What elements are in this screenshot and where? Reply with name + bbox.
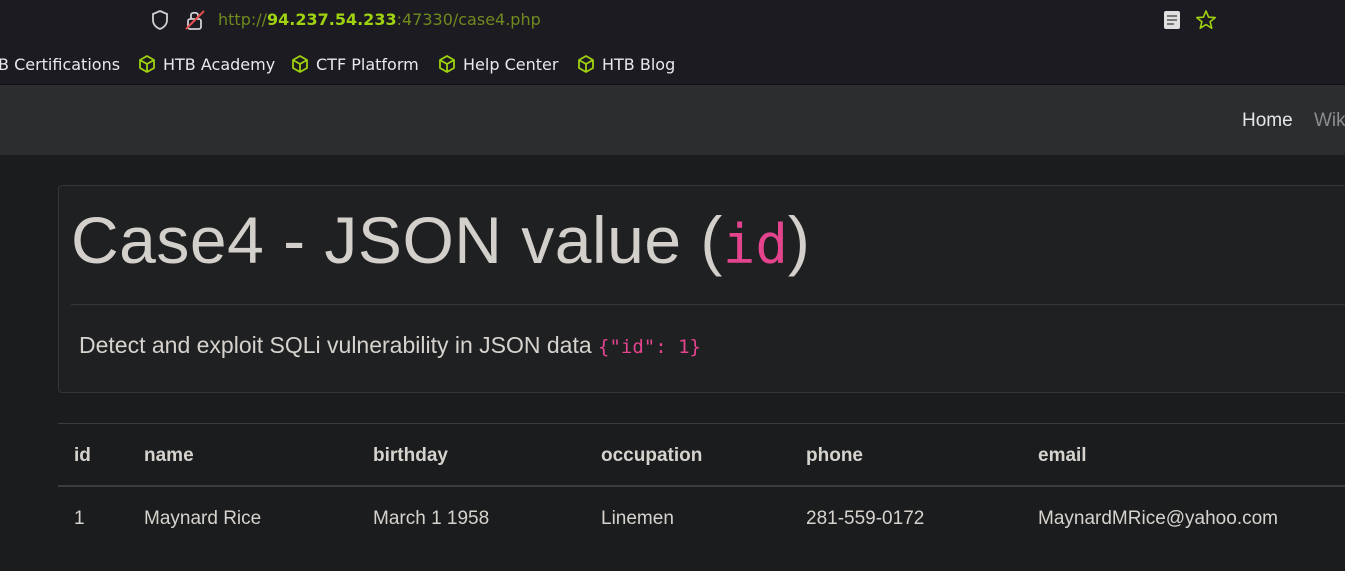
title-code: id — [722, 213, 788, 276]
bookmark-label: HTB Blog — [602, 54, 676, 74]
column-header-id: id — [74, 445, 91, 466]
column-header-phone: phone — [806, 445, 863, 466]
url-host: 94.237.54.233 — [267, 10, 397, 29]
bookmarks-toolbar: B Certifications HTB Academy CTF Platfor… — [0, 42, 1345, 85]
description-code: {"id": 1} — [598, 336, 701, 358]
table-top-border — [58, 423, 1345, 424]
title-close: ) — [787, 203, 811, 277]
cell-birthday: March 1 1958 — [373, 508, 490, 529]
nav-home-link[interactable]: Home — [1242, 110, 1293, 132]
nav-wiki-link[interactable]: Wik — [1314, 110, 1345, 132]
shield-icon[interactable] — [151, 10, 169, 30]
column-header-birthday: birthday — [373, 445, 448, 466]
page-title: Case4 - JSON value (id) — [71, 202, 810, 278]
url-field[interactable]: http://94.237.54.233:47330/case4.php — [218, 10, 541, 29]
bookmark-htb-certifications[interactable]: B Certifications — [0, 53, 120, 75]
description-text: Detect and exploit SQLi vulnerability in… — [79, 332, 599, 358]
column-header-occupation: occupation — [601, 445, 703, 466]
page-description: Detect and exploit SQLi vulnerability in… — [79, 332, 701, 359]
htb-cube-icon — [578, 55, 594, 73]
bookmark-star-icon[interactable] — [1195, 9, 1217, 31]
bookmark-label: CTF Platform — [316, 54, 419, 74]
htb-cube-icon — [439, 55, 455, 73]
cell-name: Maynard Rice — [144, 508, 262, 529]
reader-view-icon[interactable] — [1163, 10, 1181, 30]
url-path: :47330/case4.php — [396, 10, 541, 29]
htb-cube-icon — [292, 55, 308, 73]
cell-id: 1 — [74, 508, 85, 529]
cell-phone: 281-559-0172 — [806, 508, 925, 529]
bookmark-label: Help Center — [463, 54, 559, 74]
column-header-email: email — [1038, 445, 1087, 466]
bookmark-ctf-platform[interactable]: CTF Platform — [290, 53, 419, 75]
cell-occupation: Linemen — [601, 508, 674, 529]
bookmark-help-center[interactable]: Help Center — [437, 53, 558, 75]
bookmark-label: HTB Academy — [163, 54, 276, 74]
table-header-border — [58, 485, 1345, 487]
case-header-panel: Case4 - JSON value (id) Detect and explo… — [58, 185, 1345, 393]
browser-urlbar: http://94.237.54.233:47330/case4.php — [0, 0, 1345, 42]
site-navbar: Home Wik — [0, 85, 1345, 155]
cell-email: MaynardMRice@yahoo.com — [1038, 508, 1278, 529]
insecure-lock-icon[interactable] — [184, 9, 206, 31]
bookmark-label: B Certifications — [0, 54, 121, 74]
bookmark-htb-blog[interactable]: HTB Blog — [576, 53, 675, 75]
htb-cube-icon — [139, 55, 155, 73]
bookmark-htb-academy[interactable]: HTB Academy — [137, 53, 275, 75]
title-text: Case4 - JSON value ( — [71, 203, 723, 277]
column-header-name: name — [144, 445, 194, 466]
header-divider — [71, 304, 1345, 305]
url-prefix: http:// — [218, 10, 268, 29]
